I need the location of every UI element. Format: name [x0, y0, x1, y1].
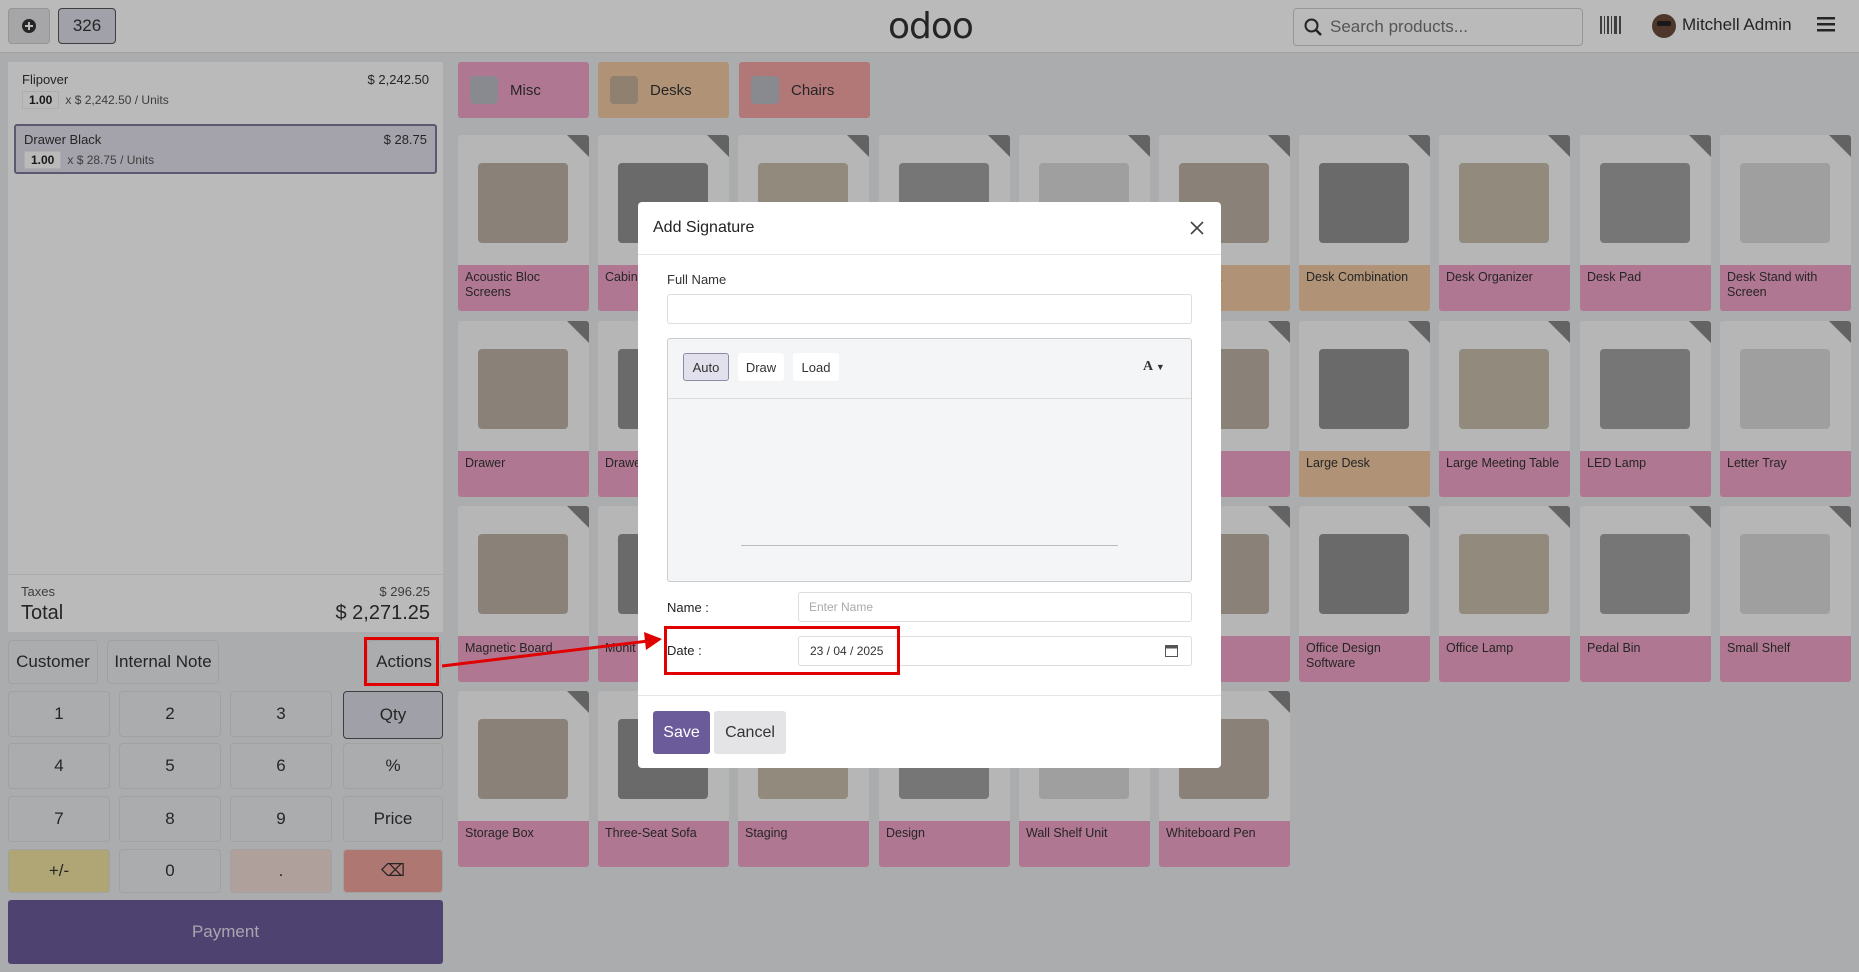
divider	[638, 695, 1221, 696]
dialog-title: Add Signature	[653, 219, 755, 236]
arrow-icon	[441, 632, 662, 668]
font-label: A	[1143, 359, 1153, 374]
name-label: Name :	[667, 600, 709, 615]
date-highlight-box	[664, 626, 900, 675]
full-name-field[interactable]	[667, 294, 1192, 324]
add-signature-dialog: Add Signature Full Name Auto Draw Load A…	[638, 202, 1221, 768]
draw-mode-button[interactable]: Draw	[738, 353, 784, 381]
signature-toolbar: Auto Draw Load A ▼	[668, 339, 1191, 399]
cancel-button[interactable]: Cancel	[714, 711, 786, 754]
actions-highlight-box	[364, 637, 439, 686]
name-input[interactable]: Enter Name	[798, 592, 1192, 622]
divider	[638, 254, 1221, 255]
caret-down-icon: ▼	[1155, 362, 1165, 372]
signature-pad[interactable]: Auto Draw Load A ▼	[667, 338, 1192, 582]
auto-mode-button[interactable]: Auto	[683, 353, 729, 381]
calendar-icon[interactable]	[1165, 644, 1178, 657]
full-name-label: Full Name	[667, 272, 727, 287]
font-selector-button[interactable]: A ▼	[1143, 359, 1165, 375]
save-button[interactable]: Save	[653, 711, 710, 754]
signature-baseline	[741, 545, 1118, 546]
load-mode-button[interactable]: Load	[793, 353, 839, 381]
close-icon[interactable]	[1190, 221, 1204, 235]
